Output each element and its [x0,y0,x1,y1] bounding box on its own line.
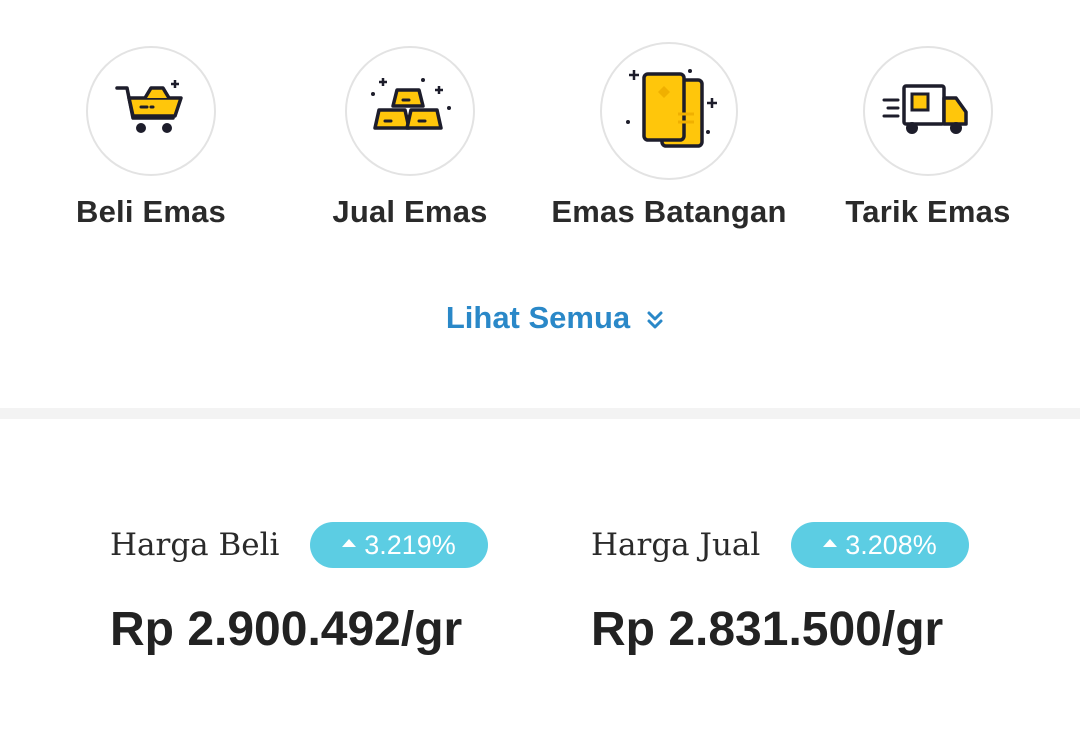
buy-price-value: Rp 2.900.492/gr [110,603,463,656]
buy-price-title: Harga Beli [110,527,280,563]
menu-item-label: Beli Emas [76,194,226,229]
section-divider [0,408,1080,419]
sell-price-panel: Harga Jual 3.208% Rp 2.831.500/gr [591,522,969,657]
buy-price-panel: Harga Beli 3.219% Rp 2.900.492/gr [110,522,488,657]
sell-change-value: 3.208% [845,529,937,560]
buy-change-badge: 3.219% [310,522,488,568]
menu-item-emas-batangan[interactable]: Emas Batangan [539,42,799,230]
menu-item-label: Emas Batangan [551,194,787,229]
sell-price-value: Rp 2.831.500/gr [591,603,944,656]
sell-price-title: Harga Jual [591,527,761,563]
double-chevron-down-icon [646,310,664,330]
gold-cards-icon [626,69,717,148]
triangle-up-icon [823,539,838,547]
gold-bars-icon [371,78,451,130]
menu-item-jual-emas[interactable]: Jual Emas [280,46,540,230]
delivery-truck-icon [882,84,968,134]
buy-change-value: 3.219% [364,529,456,560]
menu-item-beli-emas[interactable]: Beli Emas [21,46,281,230]
menu-item-tarik-emas[interactable]: Tarik Emas [798,46,1058,230]
menu-row: Beli Emas Jual Emas Emas Batangan Tarik … [0,0,1080,260]
cart-icon [115,80,183,133]
triangle-up-icon [342,539,357,547]
see-all-button[interactable]: Lihat Semua [0,300,1080,336]
menu-item-label: Tarik Emas [845,194,1011,229]
buy-price-header: Harga Beli 3.219% [110,522,488,568]
icon-circle[interactable] [863,46,993,176]
sell-price-header: Harga Jual 3.208% [591,522,969,568]
see-all-label: Lihat Semua [445,300,631,335]
icon-circle[interactable] [345,46,475,176]
menu-item-label: Jual Emas [332,194,488,229]
icon-circle[interactable] [86,46,216,176]
sell-change-badge: 3.208% [791,522,969,568]
icon-circle[interactable] [600,42,738,180]
